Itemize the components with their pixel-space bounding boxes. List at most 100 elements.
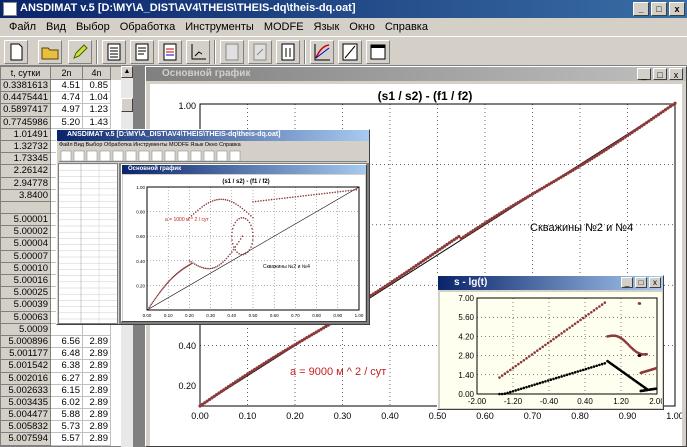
cell-4n[interactable]: 2.89 bbox=[83, 396, 111, 410]
inset-minimize-button[interactable]: _ bbox=[621, 277, 633, 288]
menu-process[interactable]: Обработка bbox=[115, 21, 180, 33]
cell-time[interactable]: 5.000896 bbox=[1, 335, 51, 349]
cell-time[interactable]: 1.01491 bbox=[1, 128, 51, 141]
table-row[interactable]: 5.002633 6.15 2.89 bbox=[1, 384, 132, 397]
inset-maximize-button[interactable]: □ bbox=[635, 277, 647, 288]
cell-time[interactable]: 0.3381613 bbox=[1, 80, 51, 93]
cell-time[interactable]: 5.00039 bbox=[1, 299, 51, 312]
cell-time[interactable]: 2.26142 bbox=[1, 165, 51, 178]
cell-time[interactable]: 5.007594 bbox=[1, 433, 51, 446]
main-close-button[interactable]: x bbox=[669, 68, 683, 80]
cell-4n[interactable]: 1.04 bbox=[83, 92, 111, 105]
table-row[interactable]: 5.003435 6.02 2.89 bbox=[1, 396, 132, 410]
menu-window[interactable]: Окно bbox=[344, 21, 380, 33]
cell-2n[interactable]: 6.27 bbox=[51, 372, 83, 385]
cell-time[interactable]: 5.00016 bbox=[1, 275, 51, 288]
table-row[interactable]: 0.7745986 5.20 1.43 bbox=[1, 116, 132, 129]
open-folder-icon[interactable] bbox=[38, 40, 62, 64]
cell-4n[interactable]: 2.89 bbox=[83, 348, 111, 361]
table-row[interactable]: 5.004477 5.88 2.89 bbox=[1, 409, 132, 422]
col-header-4n[interactable]: 4n bbox=[83, 67, 111, 80]
menu-tools[interactable]: Инструменты bbox=[180, 21, 259, 33]
cell-time[interactable]: 5.002016 bbox=[1, 372, 51, 385]
table-icon[interactable] bbox=[102, 40, 126, 64]
table-row[interactable]: 5.000896 6.56 2.89 bbox=[1, 335, 132, 349]
cell-time[interactable]: 5.00025 bbox=[1, 287, 51, 300]
cell-time[interactable]: 5.00004 bbox=[1, 238, 51, 251]
cell-4n[interactable]: 2.89 bbox=[83, 421, 111, 434]
col-header-time[interactable]: t, сутки bbox=[1, 67, 51, 80]
menu-file[interactable]: Файл bbox=[4, 21, 41, 33]
cell-4n[interactable]: 2.89 bbox=[83, 433, 111, 446]
axes-icon[interactable] bbox=[186, 40, 210, 64]
list-icon[interactable] bbox=[130, 40, 154, 64]
cell-2n[interactable]: 6.38 bbox=[51, 360, 83, 373]
cell-time[interactable]: 5.001177 bbox=[1, 348, 51, 361]
new-doc-icon[interactable] bbox=[4, 40, 28, 64]
main-minimize-button[interactable]: _ bbox=[637, 68, 651, 80]
cell-2n[interactable]: 5.88 bbox=[51, 409, 83, 422]
table-row[interactable]: 5.005832 5.73 2.89 bbox=[1, 421, 132, 434]
menu-help[interactable]: Справка bbox=[380, 21, 433, 33]
cell-2n[interactable]: 5.57 bbox=[51, 433, 83, 446]
maximize-button[interactable]: □ bbox=[651, 2, 667, 16]
table-row[interactable]: 5.001542 6.38 2.89 bbox=[1, 360, 132, 373]
table-row[interactable]: 0.5897417 4.97 1.23 bbox=[1, 104, 132, 117]
scroll-up-button[interactable]: ▲ bbox=[121, 66, 133, 78]
table-row[interactable]: 5.007594 5.57 2.89 bbox=[1, 433, 132, 446]
cell-time[interactable]: 1.32732 bbox=[1, 140, 51, 154]
cell-time[interactable]: 0.5897417 bbox=[1, 104, 51, 117]
cell-4n[interactable]: 2.89 bbox=[83, 409, 111, 422]
cell-4n[interactable]: 1.43 bbox=[83, 116, 111, 129]
menu-language[interactable]: Язык bbox=[309, 21, 345, 33]
cell-time[interactable]: 5.00001 bbox=[1, 214, 51, 227]
cell-time[interactable]: 5.0009 bbox=[1, 323, 51, 336]
inset-close-button[interactable]: x bbox=[649, 277, 661, 288]
cell-time[interactable]: 5.00002 bbox=[1, 226, 51, 239]
cell-time[interactable]: 1.73345 bbox=[1, 153, 51, 166]
window-icon[interactable] bbox=[366, 40, 390, 64]
cell-time[interactable]: 2.94778 bbox=[1, 177, 51, 190]
sort-icon[interactable] bbox=[276, 40, 300, 64]
menu-view[interactable]: Вид bbox=[41, 21, 71, 33]
cell-2n[interactable]: 4.51 bbox=[51, 80, 83, 93]
cell-time[interactable]: 5.00010 bbox=[1, 262, 51, 275]
menu-modfe[interactable]: MODFE bbox=[259, 21, 309, 33]
line-tool-icon[interactable] bbox=[338, 40, 362, 64]
col-header-2n[interactable]: 2n bbox=[51, 67, 83, 80]
table-row[interactable]: 5.0009 bbox=[1, 323, 132, 336]
cell-2n[interactable]: 5.73 bbox=[51, 421, 83, 434]
cell-4n[interactable]: 2.89 bbox=[83, 360, 111, 373]
cell-2n[interactable] bbox=[51, 323, 83, 336]
cell-time[interactable]: 5.00007 bbox=[1, 250, 51, 263]
main-maximize-button[interactable]: □ bbox=[653, 68, 667, 80]
cell-4n[interactable]: 0.85 bbox=[83, 80, 111, 93]
cell-time[interactable]: 0.4475441 bbox=[1, 92, 51, 105]
cell-time[interactable]: 5.003435 bbox=[1, 396, 51, 410]
table-row[interactable]: 0.4475441 4.74 1.04 bbox=[1, 92, 132, 105]
edit-pencil-icon[interactable] bbox=[68, 40, 92, 64]
table-row[interactable]: 5.001177 6.48 2.89 bbox=[1, 348, 132, 361]
minimize-button[interactable]: _ bbox=[633, 2, 649, 16]
cell-4n[interactable]: 1.23 bbox=[83, 104, 111, 117]
cell-time[interactable]: 5.001542 bbox=[1, 360, 51, 373]
cell-time[interactable]: 0.7745986 bbox=[1, 116, 51, 129]
cell-4n[interactable] bbox=[83, 323, 111, 336]
cell-time[interactable]: 5.004477 bbox=[1, 409, 51, 422]
cell-2n[interactable]: 6.48 bbox=[51, 348, 83, 361]
cell-2n[interactable]: 4.97 bbox=[51, 104, 83, 117]
cell-2n[interactable]: 4.74 bbox=[51, 92, 83, 105]
cell-2n[interactable]: 5.20 bbox=[51, 116, 83, 129]
curve-chart-icon[interactable] bbox=[310, 40, 334, 64]
cell-2n[interactable]: 6.02 bbox=[51, 396, 83, 410]
cell-time[interactable]: 5.00063 bbox=[1, 311, 51, 324]
close-button[interactable]: x bbox=[669, 2, 685, 16]
cell-2n[interactable]: 6.56 bbox=[51, 335, 83, 349]
cell-2n[interactable]: 6.15 bbox=[51, 384, 83, 397]
cell-time[interactable]: 5.002633 bbox=[1, 384, 51, 397]
cell-time[interactable] bbox=[1, 201, 51, 215]
doc-edit-disabled-icon[interactable] bbox=[248, 40, 272, 64]
table-row[interactable]: 5.002016 6.27 2.89 bbox=[1, 372, 132, 385]
scroll-thumb[interactable] bbox=[121, 98, 133, 112]
cell-4n[interactable]: 2.89 bbox=[83, 384, 111, 397]
